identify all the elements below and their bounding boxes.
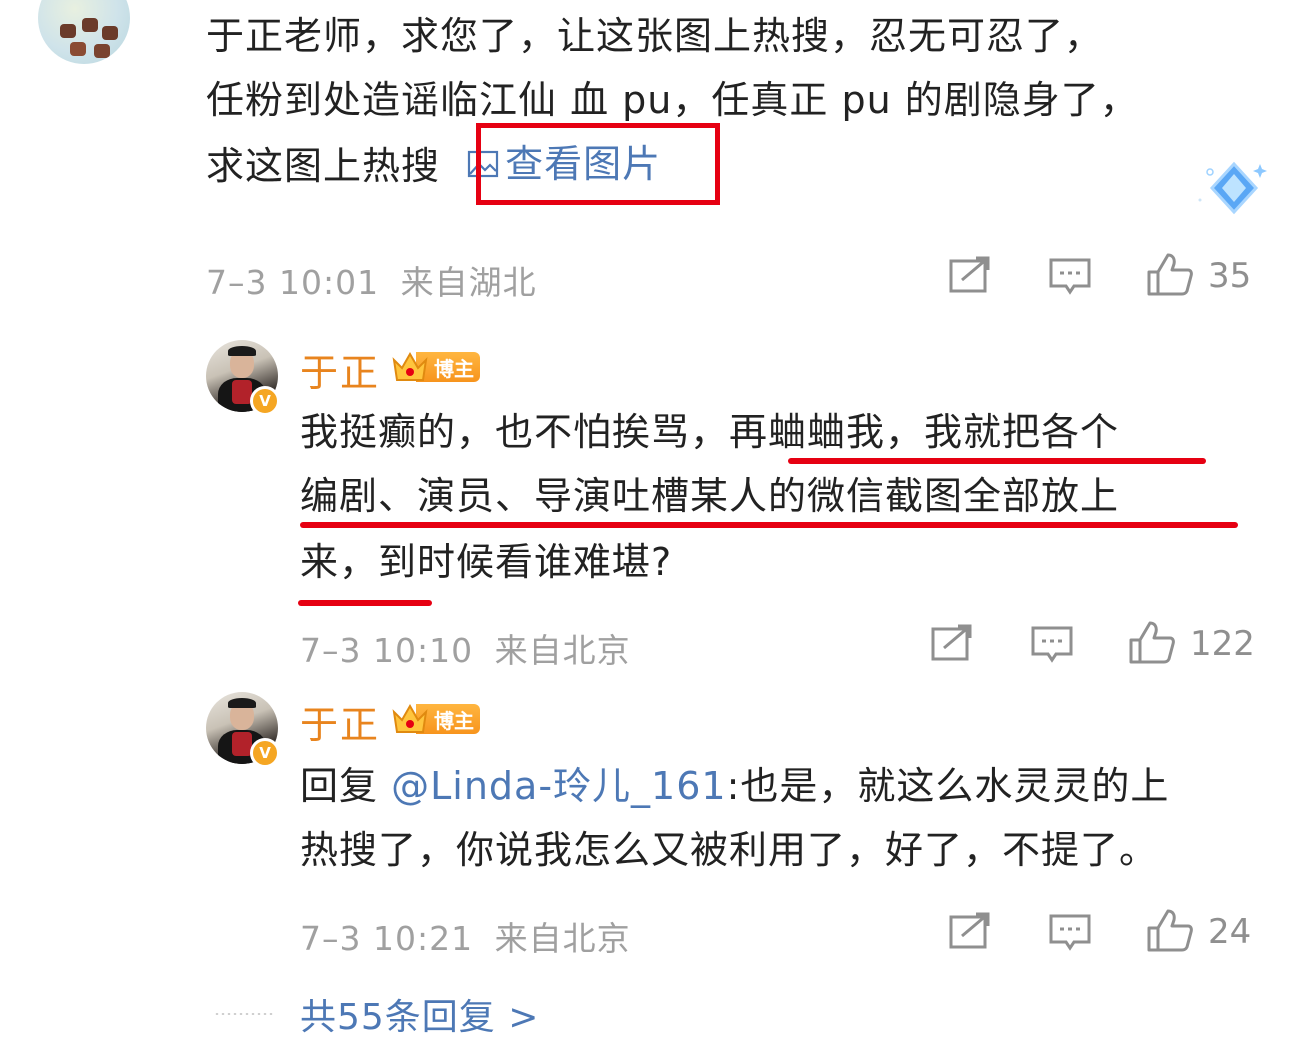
comment-meta: 7–3 10:01 来自湖北 xyxy=(206,256,537,304)
comment-icon[interactable] xyxy=(1030,624,1074,664)
repost-icon[interactable] xyxy=(948,912,992,950)
reply-text-line: 回复 @Linda-玲儿_161:也是，就这么水灵灵的上 xyxy=(300,762,1169,810)
commenter-avatar[interactable] xyxy=(38,0,130,64)
highlight-box xyxy=(476,123,720,205)
reply-text-line: 来，到时候看谁难堪? xyxy=(300,540,673,584)
like-icon[interactable] xyxy=(1128,620,1176,664)
comment-text-segment: 求这图上热搜 xyxy=(206,144,441,188)
like-count: 35 xyxy=(1208,256,1252,296)
crown-icon xyxy=(392,351,428,381)
author-name[interactable]: 于正 xyxy=(300,342,380,397)
author-name[interactable]: 于正 xyxy=(300,694,380,749)
like-count: 24 xyxy=(1208,912,1252,952)
comment-time: 7–3 10:01 xyxy=(206,263,380,302)
red-underline xyxy=(300,522,1238,528)
more-replies-link[interactable]: 共55条回复 > xyxy=(300,988,539,1040)
verified-v-icon: V xyxy=(250,738,280,768)
verified-v-icon: V xyxy=(250,386,280,416)
divider-dots xyxy=(214,1013,274,1015)
reply-location: 来自北京 xyxy=(494,631,631,670)
like-icon[interactable] xyxy=(1146,908,1194,952)
red-underline xyxy=(788,458,1206,464)
like-count: 122 xyxy=(1190,624,1255,664)
reply-prefix: 回复 xyxy=(300,764,392,808)
reply-text-line: 我挺癫的，也不怕挨骂，再蛐蛐我，我就把各个 xyxy=(300,410,1120,454)
red-underline xyxy=(298,600,432,606)
like-icon[interactable] xyxy=(1146,252,1194,296)
comment-text-line: 任粉到处造谣临江仙 血 pu，任真正 pu 的剧隐身了， xyxy=(206,78,1139,122)
reply-time: 7–3 10:10 xyxy=(300,631,474,670)
reply-text-segment: :也是，就这么水灵灵的上 xyxy=(726,764,1170,808)
reply-text-line: 编剧、演员、导演吐槽某人的微信截图全部放上 xyxy=(300,474,1120,518)
comment-icon[interactable] xyxy=(1048,256,1092,296)
comment-location: 来自湖北 xyxy=(400,263,537,302)
repost-icon[interactable] xyxy=(948,256,992,294)
repost-icon[interactable] xyxy=(930,624,974,662)
reply-meta: 7–3 10:10 来自北京 xyxy=(300,624,631,672)
comment-icon[interactable] xyxy=(1048,912,1092,952)
mention-link[interactable]: @Linda-玲儿_161 xyxy=(391,764,726,808)
blogger-badge: 博主 xyxy=(390,348,482,384)
reply-meta: 7–3 10:21 来自北京 xyxy=(300,912,631,960)
crown-icon xyxy=(392,703,428,733)
reply-text-line: 热搜了，你说我怎么又被利用了，好了，不提了。 xyxy=(300,828,1159,872)
reply-time: 7–3 10:21 xyxy=(300,919,474,958)
reply-location: 来自北京 xyxy=(494,919,631,958)
blogger-badge: 博主 xyxy=(390,700,482,736)
comment-text-line: 于正老师，求您了，让这张图上热搜，忍无可忍了， xyxy=(206,14,1104,58)
diamond-badge-icon xyxy=(1198,161,1267,215)
